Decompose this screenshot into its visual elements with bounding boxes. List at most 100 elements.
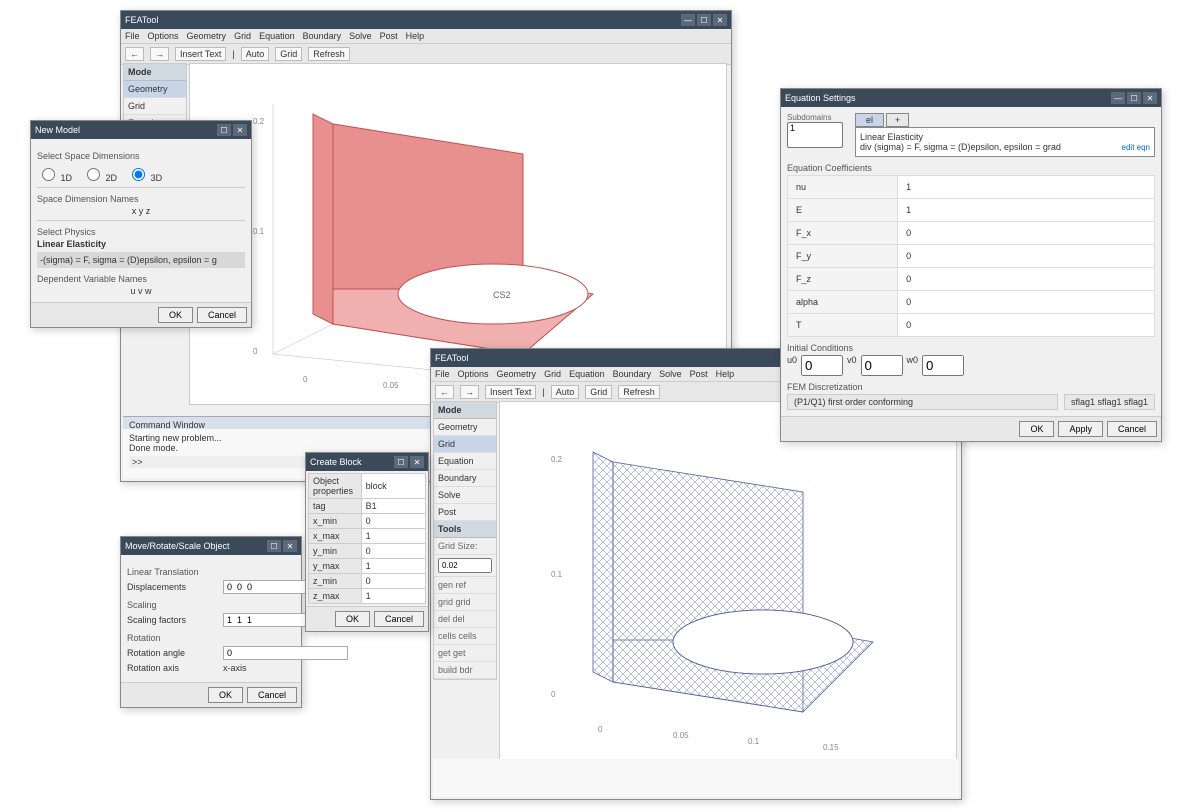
nu-cell[interactable]: 1 [898, 176, 1155, 199]
grid-button[interactable]: Grid [275, 47, 302, 61]
minimize-icon[interactable]: — [1111, 92, 1125, 104]
close-icon[interactable]: ✕ [283, 540, 297, 552]
auto-button[interactable]: Auto [241, 47, 270, 61]
menu-geometry[interactable]: Geometry [187, 31, 227, 41]
menu-file[interactable]: File [435, 369, 450, 379]
eq-titlebar[interactable]: Equation Settings —☐✕ [781, 89, 1161, 107]
menu-post[interactable]: Post [690, 369, 708, 379]
grid-size-input[interactable] [438, 558, 492, 573]
ymin-cell[interactable]: 0 [361, 544, 425, 559]
menu-grid[interactable]: Grid [234, 31, 251, 41]
mode-grid[interactable]: Grid [434, 436, 496, 453]
close-icon[interactable]: ✕ [410, 456, 424, 468]
close-icon[interactable]: ✕ [1143, 92, 1157, 104]
insert-text-button[interactable]: Insert Text [175, 47, 226, 61]
zmin-cell[interactable]: 0 [361, 574, 425, 589]
fz-cell[interactable]: 0 [898, 268, 1155, 291]
menu-post[interactable]: Post [380, 31, 398, 41]
tab-add[interactable]: + [886, 113, 909, 127]
menu-boundary[interactable]: Boundary [613, 369, 652, 379]
forward-button[interactable]: → [460, 385, 479, 399]
menu-equation[interactable]: Equation [569, 369, 605, 379]
forward-button[interactable]: → [150, 47, 169, 61]
svg-text:0.05: 0.05 [383, 381, 399, 390]
grid-button[interactable]: Grid [585, 385, 612, 399]
eq-text: div (sigma) = F, sigma = (D)epsilon, eps… [860, 142, 1061, 152]
angle-input[interactable] [223, 646, 348, 660]
menu-options[interactable]: Options [148, 31, 179, 41]
mode-geometry[interactable]: Geometry [124, 81, 186, 98]
e-cell[interactable]: 1 [898, 199, 1155, 222]
ok-button[interactable]: OK [158, 307, 193, 323]
mode-solve[interactable]: Solve [434, 487, 496, 504]
create-block-titlebar[interactable]: Create Block ☐✕ [306, 453, 428, 471]
maximize-icon[interactable]: ☐ [1127, 92, 1141, 104]
subdomain-list[interactable]: 1 [787, 122, 843, 148]
back-button[interactable]: ← [125, 47, 144, 61]
radio-2d[interactable] [87, 168, 100, 181]
menu-solve[interactable]: Solve [349, 31, 372, 41]
main-titlebar[interactable]: FEATool — ☐ ✕ [121, 11, 731, 29]
tag-cell[interactable]: B1 [361, 499, 425, 514]
zmax-cell[interactable]: 1 [361, 589, 425, 604]
t-cell[interactable]: 0 [898, 314, 1155, 337]
maximize-icon[interactable]: ☐ [394, 456, 408, 468]
menu-grid[interactable]: Grid [544, 369, 561, 379]
menu-equation[interactable]: Equation [259, 31, 295, 41]
xmax-cell[interactable]: 1 [361, 529, 425, 544]
menu-help[interactable]: Help [406, 31, 425, 41]
cancel-button[interactable]: Cancel [1107, 421, 1157, 437]
maximize-icon[interactable]: ☐ [697, 14, 711, 26]
menu-boundary[interactable]: Boundary [303, 31, 342, 41]
radio-1d[interactable] [42, 168, 55, 181]
tab-el[interactable]: el [855, 113, 884, 127]
close-icon[interactable]: ✕ [233, 124, 247, 136]
equation-settings-dialog: Equation Settings —☐✕ Subdomains 1 el + … [780, 88, 1162, 442]
cancel-button[interactable]: Cancel [374, 611, 424, 627]
svg-text:0: 0 [598, 725, 603, 734]
apply-button[interactable]: Apply [1058, 421, 1103, 437]
ymax-cell[interactable]: 1 [361, 559, 425, 574]
mesh-plot: 0.2 0.1 0 0 0.05 0.1 0.15 [500, 402, 956, 762]
insert-text-button[interactable]: Insert Text [485, 385, 536, 399]
mode-boundary[interactable]: Boundary [434, 470, 496, 487]
u0-input[interactable] [801, 355, 843, 376]
mode-equation[interactable]: Equation [434, 453, 496, 470]
maximize-icon[interactable]: ☐ [217, 124, 231, 136]
minimize-icon[interactable]: — [681, 14, 695, 26]
radio-3d[interactable] [132, 168, 145, 181]
close-icon[interactable]: ✕ [713, 14, 727, 26]
cancel-button[interactable]: Cancel [247, 687, 297, 703]
menu-geometry[interactable]: Geometry [497, 369, 537, 379]
ok-button[interactable]: OK [208, 687, 243, 703]
ok-button[interactable]: OK [335, 611, 370, 627]
refresh-button[interactable]: Refresh [308, 47, 350, 61]
new-model-titlebar[interactable]: New Model ☐✕ [31, 121, 251, 139]
ok-button[interactable]: OK [1019, 421, 1054, 437]
auto-button[interactable]: Auto [551, 385, 580, 399]
fx-cell[interactable]: 0 [898, 222, 1155, 245]
mode-geometry[interactable]: Geometry [434, 419, 496, 436]
main-title: FEATool [125, 15, 158, 25]
svg-text:0.15: 0.15 [823, 743, 839, 752]
back-button[interactable]: ← [435, 385, 454, 399]
menu-help[interactable]: Help [716, 369, 735, 379]
w0-input[interactable] [922, 355, 964, 376]
mesh-viewport[interactable]: 0.2 0.1 0 0 0.05 0.1 0.15 [499, 401, 957, 763]
menu-options[interactable]: Options [458, 369, 489, 379]
menu-solve[interactable]: Solve [659, 369, 682, 379]
tools-head: Tools [434, 521, 496, 538]
xmin-cell[interactable]: 0 [361, 514, 425, 529]
mesh-cmd-body[interactable] [433, 759, 959, 797]
menu-file[interactable]: File [125, 31, 140, 41]
mode-grid[interactable]: Grid [124, 98, 186, 115]
mode-post[interactable]: Post [434, 504, 496, 521]
alpha-cell[interactable]: 0 [898, 291, 1155, 314]
maximize-icon[interactable]: ☐ [267, 540, 281, 552]
edit-eqn-link[interactable]: edit eqn [1122, 143, 1150, 152]
transform-titlebar[interactable]: Move/Rotate/Scale Object ☐✕ [121, 537, 301, 555]
v0-input[interactable] [861, 355, 903, 376]
refresh-button[interactable]: Refresh [618, 385, 660, 399]
cancel-button[interactable]: Cancel [197, 307, 247, 323]
fy-cell[interactable]: 0 [898, 245, 1155, 268]
